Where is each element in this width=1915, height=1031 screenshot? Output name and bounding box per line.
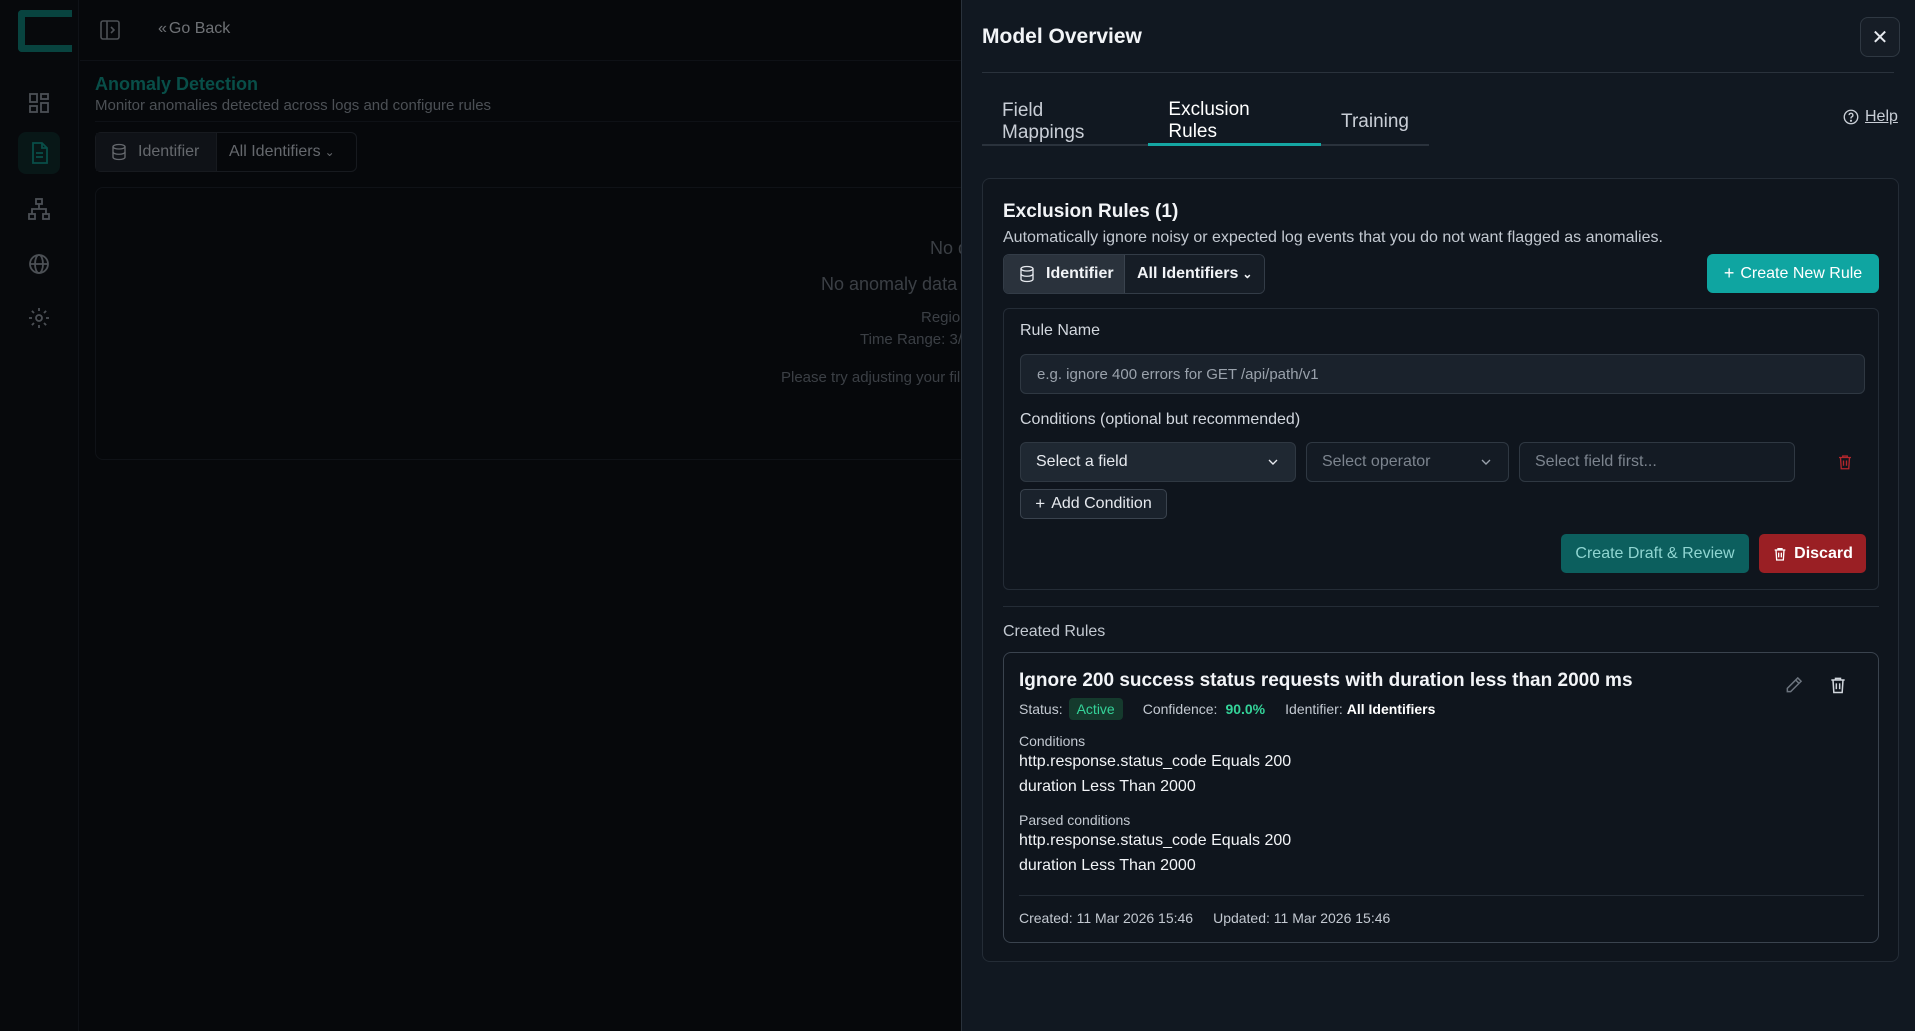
chevron-down-icon: ⌄ — [1242, 267, 1253, 281]
help-link[interactable]: Help — [1842, 108, 1898, 126]
database-icon — [1020, 265, 1034, 283]
confidence-value: 90.0% — [1225, 701, 1266, 717]
close-button[interactable]: ✕ — [1860, 17, 1900, 57]
condition-line: http.response.status_code Equals 200 — [1019, 753, 1292, 770]
help-circle-icon — [1843, 109, 1859, 125]
plus-icon: + — [1035, 494, 1046, 513]
divider — [982, 72, 1894, 73]
create-new-rule-button[interactable]: + Create New Rule — [1707, 254, 1879, 293]
close-icon: ✕ — [1871, 26, 1889, 49]
value-input[interactable]: Select field first... — [1519, 442, 1795, 482]
chevron-down-icon — [1268, 459, 1278, 465]
field-select[interactable]: Select a field — [1020, 442, 1296, 482]
model-overview-drawer: Model Overview ✕ Field Mappings Exclusio… — [961, 0, 1915, 1031]
add-condition-button[interactable]: + Add Condition — [1020, 489, 1167, 519]
identifier-filter[interactable]: Identifier All Identifiers ⌄ — [1003, 254, 1265, 294]
confidence-label: Confidence: — [1142, 701, 1218, 717]
trash-icon — [1774, 547, 1786, 561]
rule-meta: Status: Active Confidence: 90.0% Identif… — [1019, 698, 1435, 720]
created-rules-label: Created Rules — [1003, 623, 1106, 640]
status-label: Status: — [1019, 701, 1063, 717]
edit-pencil-icon[interactable] — [1784, 675, 1804, 695]
tab-field-mappings[interactable]: Field Mappings — [982, 98, 1148, 146]
drawer-title: Model Overview — [982, 25, 1142, 48]
parsed-condition-line: http.response.status_code Equals 200 — [1019, 832, 1292, 849]
tab-bar: Field Mappings Exclusion Rules Training — [982, 98, 1429, 146]
identifier-filter-label: Identifier — [1004, 255, 1125, 293]
rule-name-input[interactable] — [1020, 354, 1865, 394]
tab-exclusion-rules[interactable]: Exclusion Rules — [1148, 98, 1322, 146]
panel-title: Exclusion Rules (1) — [1003, 201, 1179, 222]
rule-timestamps: Created: 11 Mar 2026 15:46 Updated: 11 M… — [1019, 910, 1390, 926]
created-timestamp: Created: 11 Mar 2026 15:46 — [1019, 910, 1194, 926]
parsed-condition-line: duration Less Than 2000 — [1019, 857, 1196, 874]
rule-name-label: Rule Name — [1020, 322, 1101, 339]
operator-select[interactable]: Select operator — [1306, 442, 1509, 482]
chevron-down-icon — [1481, 459, 1491, 465]
conditions-section-label: Conditions — [1019, 733, 1086, 749]
modal-backdrop[interactable] — [0, 0, 961, 1031]
condition-line: duration Less Than 2000 — [1019, 778, 1196, 795]
rule-title: Ignore 200 success status requests with … — [1019, 670, 1633, 691]
updated-timestamp: Updated: 11 Mar 2026 15:46 — [1213, 910, 1391, 926]
delete-condition-icon[interactable] — [1836, 453, 1854, 471]
plus-icon: + — [1723, 263, 1735, 283]
tab-training[interactable]: Training — [1321, 98, 1429, 146]
divider — [1003, 606, 1879, 607]
discard-button[interactable]: Discard — [1759, 534, 1866, 573]
rule-card: Ignore 200 success status requests with … — [1003, 652, 1879, 943]
identifier-select[interactable]: All Identifiers ⌄ — [1125, 255, 1264, 293]
status-badge: Active — [1068, 698, 1123, 720]
conditions-label: Conditions (optional but recommended) — [1020, 411, 1301, 428]
parsed-conditions-label: Parsed conditions — [1019, 812, 1131, 828]
exclusion-rules-panel: Exclusion Rules (1) Automatically ignore… — [982, 178, 1899, 962]
delete-rule-icon[interactable] — [1828, 675, 1848, 695]
panel-description: Automatically ignore noisy or expected l… — [1003, 229, 1663, 246]
identifier-label: Identifier: — [1285, 701, 1343, 717]
create-draft-button[interactable]: Create Draft & Review — [1561, 534, 1749, 573]
identifier-value: All Identifiers — [1346, 701, 1436, 717]
new-rule-form: Rule Name Conditions (optional but recom… — [1003, 308, 1879, 590]
divider — [1019, 895, 1864, 896]
